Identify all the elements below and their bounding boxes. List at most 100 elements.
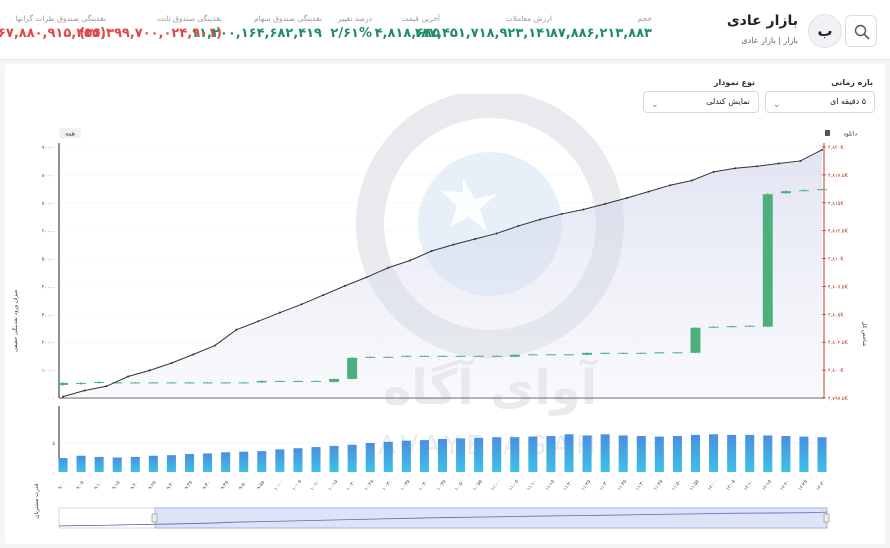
- right-tick-label: ۴,۸۱۵K: [828, 201, 844, 207]
- inflow-point: [582, 208, 585, 211]
- candle-body: [256, 380, 267, 383]
- candle-body: [329, 378, 340, 382]
- market-header: ب بازار عادی بازار | بازار عادی حجم ۸۷,۸…: [0, 0, 890, 60]
- candle-body: [780, 191, 791, 194]
- candle-body: [455, 355, 466, 357]
- x-tick-label: ۱۲:۰۵: [725, 478, 737, 492]
- power-bar: [709, 434, 719, 472]
- candle-body: [726, 326, 737, 328]
- x-tick-label: ۱۱:۲۰: [562, 479, 574, 492]
- search-button[interactable]: [845, 15, 877, 47]
- x-tick-label: ۱۰:۵۰: [455, 479, 466, 492]
- right-axis-label: شاخص کل: [861, 322, 868, 347]
- stat-change-percent: درصد تغییر ۲/۶۱%: [330, 14, 372, 41]
- inflow-point: [62, 395, 64, 398]
- inflow-point: [278, 311, 281, 314]
- volume-axis-label: قدرت مشتریان: [34, 483, 40, 518]
- inflow-point: [495, 232, 498, 235]
- candle-body: [600, 352, 611, 354]
- stat-gold-fund: نقدینگی صندوق طرات گرانها (۲۶۷,۸۸۰,۹۱۵,۴…: [0, 14, 106, 41]
- candle-body: [419, 355, 430, 357]
- left-tick-label: ۳۰۰۰۰: [42, 312, 55, 318]
- power-bar: [600, 434, 610, 472]
- candle-body: [58, 382, 68, 385]
- inflow-point: [365, 276, 368, 279]
- left-tick-label: ۹۰۰۰۰: [42, 145, 55, 151]
- candle-body: [618, 352, 629, 354]
- right-tick-label: ۴,۸۲۰K: [828, 145, 844, 151]
- candle-body: [347, 357, 358, 379]
- candle-body: [654, 352, 665, 354]
- candle-body: [636, 352, 647, 354]
- x-tick-label: ۱۱:۱۰: [527, 479, 538, 492]
- x-tick-label: ۱۱:۳۵: [617, 478, 629, 492]
- candle-body: [473, 355, 484, 357]
- power-bar: [184, 454, 195, 472]
- x-tick-label: ۱۲:۳۰: [815, 479, 827, 492]
- download-label: دانلود: [843, 131, 857, 138]
- x-tick-label: ۱۱:۱۵: [545, 479, 556, 492]
- inflow-point: [539, 218, 542, 221]
- candle-body: [166, 382, 177, 384]
- candle-body: [437, 355, 448, 357]
- x-tick-label: ۱۰:۲۰: [345, 479, 357, 492]
- power-bar: [799, 436, 809, 472]
- candle-body: [672, 352, 683, 354]
- x-tick-label: ۹:۱۰: [94, 480, 103, 491]
- stat-volume: حجم ۸۷,۸۸۶,۲۱۳,۸۸۳: [550, 14, 652, 41]
- power-bar: [94, 456, 104, 472]
- power-bar: [203, 453, 213, 472]
- inflow-point: [213, 344, 216, 347]
- power-bar: [221, 452, 231, 472]
- inflow-point: [170, 362, 173, 365]
- x-tick-label: ۱۱:۴۵: [653, 479, 664, 492]
- inflow-point: [560, 212, 563, 215]
- x-tick-label: ۱۲:۱۰: [743, 479, 755, 492]
- inflow-point: [430, 250, 433, 253]
- inflow-point: [322, 294, 325, 297]
- candle-body: [401, 355, 412, 357]
- candle-body: [817, 189, 827, 191]
- left-tick-label: ۸۰۰۰۰: [42, 173, 55, 179]
- power-bar: [383, 441, 393, 472]
- x-tick-label: ۱۲:۲۰: [779, 479, 791, 492]
- candle-body: [491, 355, 502, 357]
- x-tick-label: ۹:۲۵: [147, 480, 158, 491]
- x-tick-label: ۹:۲۰: [129, 480, 139, 491]
- candle-body: [148, 382, 159, 384]
- power-bar: [763, 435, 773, 472]
- stat-gold-fund-value: (۲۶۷,۸۸۰,۹۱۵,۴۵۵): [0, 26, 106, 41]
- stat-gold-fund-label: نقدینگی صندوق طرات گرانها: [15, 14, 106, 23]
- range-navigator[interactable]: [58, 507, 830, 529]
- volume-tick-label: ۰: [52, 470, 55, 476]
- inflow-point: [387, 266, 390, 269]
- power-bar: [437, 438, 448, 472]
- candle-body: [509, 354, 520, 357]
- candle-body: [202, 382, 213, 384]
- power-bar: [130, 456, 140, 472]
- x-tick-label: ۹:۰۰: [58, 480, 67, 491]
- x-tick-label: ۹:۴۰: [202, 480, 211, 491]
- download-icon[interactable]: [825, 130, 830, 136]
- candle-body: [690, 327, 701, 353]
- right-tick-label: ۴,۸۱۷.۵K: [828, 173, 849, 179]
- all-button-label: همه: [65, 131, 75, 138]
- power-bar: [275, 449, 285, 472]
- x-tick-label: ۱۱:۳۰: [598, 479, 610, 492]
- candle-body: [292, 380, 303, 382]
- x-tick-label: ۱۱:۰۵: [509, 479, 520, 492]
- inflow-point: [408, 259, 411, 262]
- x-tick-label: ۱۰:۲۵: [364, 478, 376, 492]
- candle-body: [545, 354, 556, 356]
- power-bar: [781, 436, 791, 472]
- navigator-handle-right[interactable]: [823, 513, 830, 523]
- navigator-handle-left[interactable]: [151, 513, 158, 523]
- power-bar: [347, 444, 357, 472]
- power-bar: [564, 434, 574, 472]
- x-tick-label: ۱۱:۲۵: [580, 478, 592, 492]
- left-tick-label: ۵۰۰۰۰: [42, 257, 55, 263]
- x-tick-label: ۱۰:۴۵: [437, 479, 448, 492]
- x-tick-label: ۱۲:۰۰: [707, 479, 719, 492]
- candlestick-chart[interactable]: همه دانلود میزان ورود نقدینگی حقیقی شاخص…: [5, 64, 885, 544]
- x-tick-label: ۱۲:۲۵: [797, 478, 809, 492]
